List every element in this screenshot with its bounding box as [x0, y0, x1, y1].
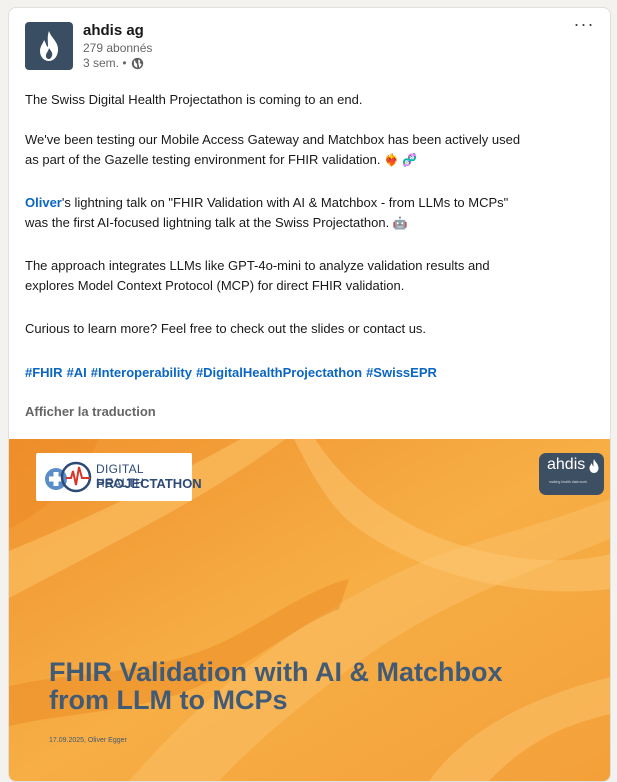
post-header: ahdis ag 279 abonnés 3 sem. • ···: [25, 15, 594, 78]
flame-icon: [589, 459, 599, 473]
paragraph-2-line-1: We've been testing our Mobile Access Gat…: [25, 132, 521, 147]
slide-title-line-1: FHIR Validation with AI & Matchbox: [49, 657, 503, 687]
post-time: 3 sem. •: [83, 56, 127, 70]
hashtag-interoperability-link[interactable]: #Interoperability: [91, 365, 192, 380]
author-name[interactable]: ahdis ag: [83, 22, 144, 40]
hashtag-swissepr-link[interactable]: #SwissEPR: [366, 365, 437, 380]
ahdis-wordmark: ahdis: [547, 456, 586, 473]
slide-title: FHIR Validation with AI & Matchbox from …: [49, 658, 503, 714]
post-paragraph-5: Curious to learn more? Feel free to chec…: [25, 321, 427, 336]
slide-title-line-2: from LLM to MCPs: [49, 685, 288, 715]
mention-oliver-link[interactable]: Oliver: [25, 195, 62, 210]
paragraph-2-line-2: as part of the Gazelle testing environme…: [25, 152, 381, 167]
post-card: ahdis ag 279 abonnés 3 sem. • ··· The Sw…: [8, 7, 611, 782]
digital-health-projectathon-logo: DIGITAL HEALTH PROJECTATHON: [36, 453, 202, 501]
paragraph-4-line-1: The approach integrates LLMs like GPT-4o…: [25, 258, 490, 273]
post-paragraph-1: The Swiss Digital Health Projectathon is…: [25, 92, 363, 107]
post-paragraph-2: We've been testing our Mobile Access Gat…: [25, 130, 520, 170]
globe-icon: [131, 57, 143, 70]
ahdis-brand-logo: ahdis making health data work: [539, 453, 604, 495]
robot-emoji: 🤖: [392, 216, 408, 230]
hashtag-fhir-link[interactable]: #FHIR: [25, 365, 63, 380]
paragraph-3-line-1: 's lightning talk on "FHIR Validation wi…: [61, 195, 509, 210]
post-paragraph-3: Oliver's lightning talk on "FHIR Validat…: [25, 193, 508, 233]
hashtag-row: #FHIR #AI #Interoperability #DigitalHealthP…: [25, 363, 441, 383]
slide-date-author: 17.09.2025, Oliver Egger: [49, 737, 127, 744]
company-avatar[interactable]: [25, 22, 73, 70]
heartbeat-cross-icon: [45, 461, 92, 493]
post-image[interactable]: DIGITAL HEALTH PROJECTATHON ahdis making…: [9, 439, 610, 781]
show-translation-button[interactable]: Afficher la traduction: [25, 404, 156, 419]
paragraph-3-line-2: was the first AI-focused lightning talk …: [25, 215, 390, 230]
post-paragraph-4: The approach integrates LLMs like GPT-4o…: [25, 256, 490, 296]
hashtag-ai-link[interactable]: #AI: [67, 365, 87, 380]
post-meta: 3 sem. •: [83, 56, 144, 71]
ahdis-tagline: making health data work: [549, 480, 587, 484]
logo-text-line-2: PROJECTATHON: [96, 476, 202, 491]
follower-count: 279 abonnés: [83, 41, 153, 55]
fire-heart-dna-emoji: ❤️‍🔥 🧬: [384, 153, 418, 167]
more-options-button[interactable]: ···: [570, 15, 598, 36]
hashtag-digitalhealthprojectathon-link[interactable]: #DigitalHealthProjectathon: [196, 365, 362, 380]
flame-logo-icon: [40, 31, 59, 61]
paragraph-4-line-2: explores Model Context Protocol (MCP) fo…: [25, 278, 405, 293]
